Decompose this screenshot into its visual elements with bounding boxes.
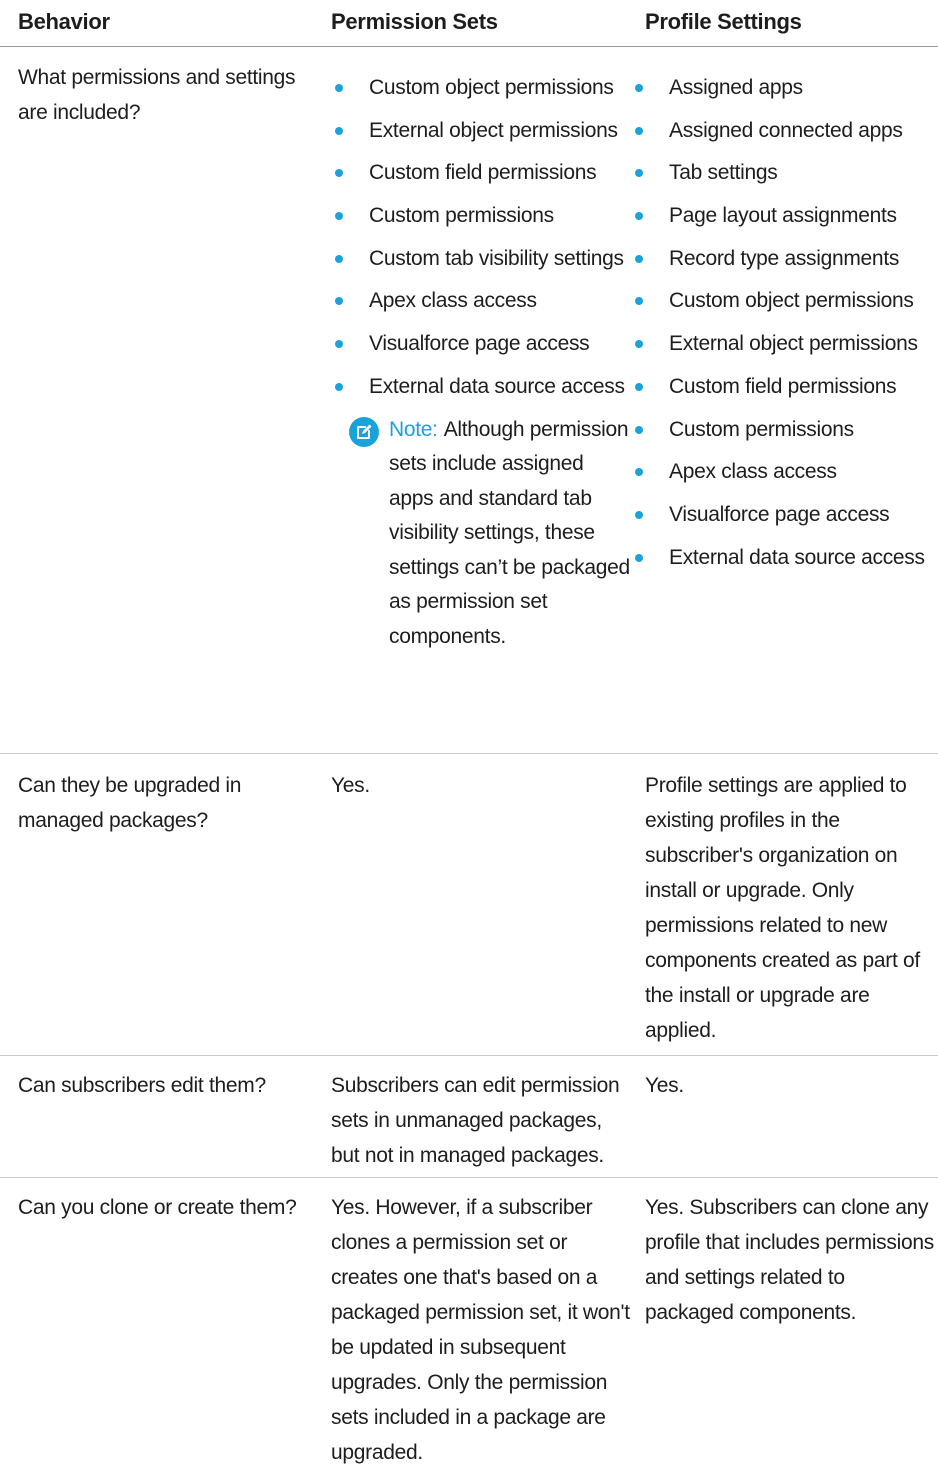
bullet-icon bbox=[335, 169, 343, 178]
bullet-icon bbox=[635, 468, 643, 477]
row-divider bbox=[0, 1055, 938, 1056]
permission-sets-list: Custom object permissions External objec… bbox=[331, 71, 631, 404]
note-body: Although permission sets include assigne… bbox=[389, 417, 630, 648]
list-item: Custom tab visibility settings bbox=[331, 242, 631, 276]
behavior-cell: Can subscribers edit them? bbox=[18, 1074, 266, 1097]
profile-settings-cell: Yes. bbox=[645, 1074, 684, 1097]
list-item: Visualforce page access bbox=[331, 327, 631, 361]
table-header-row: Behavior Permission Sets Profile Setting… bbox=[0, 0, 938, 47]
note-label: Note: bbox=[389, 417, 438, 441]
bullet-icon bbox=[335, 340, 343, 349]
header-profile-settings: Profile Settings bbox=[645, 9, 802, 34]
bullet-icon bbox=[335, 254, 343, 263]
list-item: External object permissions bbox=[331, 114, 631, 148]
bullet-icon bbox=[635, 340, 643, 349]
bullet-icon bbox=[335, 382, 343, 391]
profile-settings-cell: Yes. Subscribers can clone any profile t… bbox=[645, 1196, 934, 1324]
bullet-icon bbox=[635, 553, 643, 562]
list-item: Custom permissions bbox=[631, 413, 938, 447]
list-item: Apex class access bbox=[331, 284, 631, 318]
list-item: Custom object permissions bbox=[331, 71, 631, 105]
bullet-icon bbox=[335, 297, 343, 306]
bullet-icon bbox=[635, 297, 643, 306]
list-item: Visualforce page access bbox=[631, 498, 938, 532]
permission-sets-cell: Custom object permissions External objec… bbox=[331, 71, 631, 654]
profile-settings-cell: Profile settings are applied to existing… bbox=[645, 774, 920, 1042]
list-item: External object permissions bbox=[631, 327, 938, 361]
list-item: Apex class access bbox=[631, 455, 938, 489]
bullet-icon bbox=[635, 425, 643, 434]
bullet-icon bbox=[335, 84, 343, 92]
bullet-icon bbox=[635, 126, 643, 135]
list-item: Assigned connected apps bbox=[631, 114, 938, 148]
bullet-icon bbox=[635, 84, 643, 92]
permission-sets-cell: Yes. bbox=[331, 774, 370, 797]
bullet-icon bbox=[335, 212, 343, 221]
bullet-icon bbox=[635, 254, 643, 263]
list-item: External data source access bbox=[631, 541, 938, 575]
bullet-icon bbox=[635, 382, 643, 391]
header-behavior: Behavior bbox=[18, 9, 110, 34]
list-item: Custom field permissions bbox=[331, 156, 631, 190]
list-item: Custom permissions bbox=[331, 199, 631, 233]
profile-settings-list: Assigned apps Assigned connected apps Ta… bbox=[631, 71, 938, 575]
note-text: Note: Although permission sets include as… bbox=[389, 413, 631, 655]
row-divider bbox=[0, 753, 938, 754]
list-item: Custom object permissions bbox=[631, 284, 938, 318]
profile-settings-cell: Assigned apps Assigned connected apps Ta… bbox=[635, 71, 938, 583]
note-callout: Note: Although permission sets include as… bbox=[331, 413, 631, 655]
bullet-icon bbox=[335, 126, 343, 135]
permission-sets-cell: Subscribers can edit permission sets in … bbox=[331, 1074, 620, 1167]
list-item: Custom field permissions bbox=[631, 370, 938, 404]
permission-sets-cell: Yes. However, if a subscriber clones a p… bbox=[331, 1196, 630, 1464]
behavior-cell: Can they be upgraded in managed packages… bbox=[18, 774, 242, 832]
bullet-icon bbox=[635, 212, 643, 221]
list-item: Page layout assignments bbox=[631, 199, 938, 233]
bullet-icon bbox=[635, 169, 643, 178]
edit-note-icon bbox=[349, 416, 379, 447]
list-item: External data source access bbox=[331, 370, 631, 404]
behavior-cell: Can you clone or create them? bbox=[18, 1196, 297, 1219]
behavior-cell: What permissions and settings are includ… bbox=[18, 66, 296, 124]
list-item: Tab settings bbox=[631, 156, 938, 190]
bullet-icon bbox=[635, 510, 643, 519]
list-item: Record type assignments bbox=[631, 242, 938, 276]
header-permission-sets: Permission Sets bbox=[331, 9, 498, 34]
list-item: Assigned apps bbox=[631, 71, 938, 105]
row-divider bbox=[0, 1177, 938, 1178]
